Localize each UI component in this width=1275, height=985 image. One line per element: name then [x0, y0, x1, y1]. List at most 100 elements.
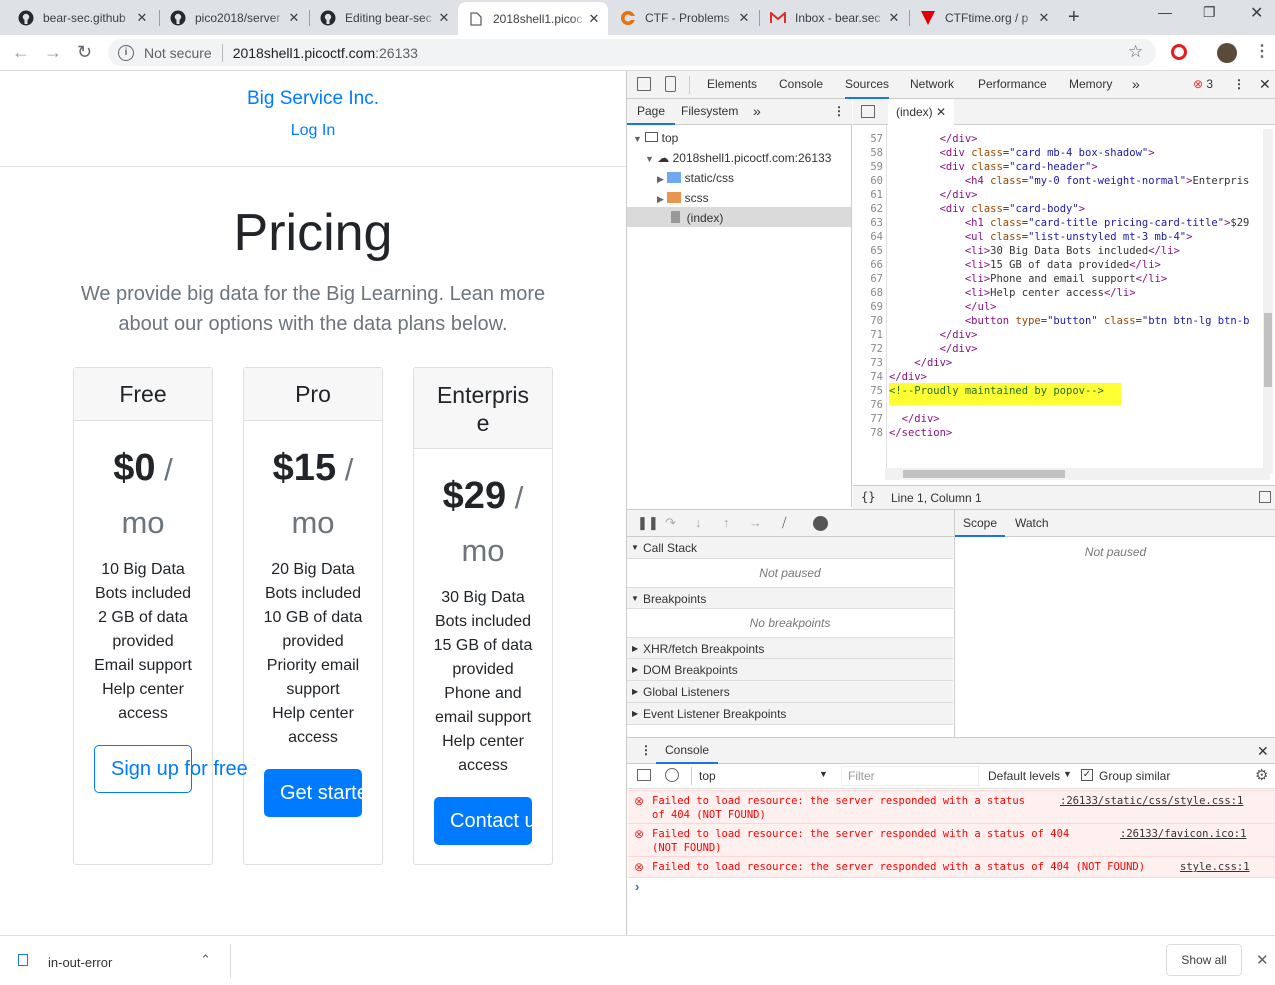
error-source-link[interactable]: style.css:1: [1180, 860, 1250, 874]
filter-input[interactable]: Filter: [841, 766, 979, 786]
step-over-icon[interactable]: ↷: [665, 515, 676, 531]
close-download-bar-icon[interactable]: ✕: [1256, 951, 1269, 969]
nav-tab-page[interactable]: Page: [627, 99, 676, 125]
nav-menu-icon[interactable]: ⋮: [833, 99, 845, 123]
toggle-drawer-icon[interactable]: [1259, 491, 1271, 503]
close-tab-icon[interactable]: ✕: [286, 10, 302, 26]
info-icon[interactable]: i: [118, 44, 134, 61]
step-into-icon[interactable]: ↓: [695, 515, 702, 530]
devtools-tab-performance[interactable]: Performance: [978, 71, 1047, 98]
minimize-button[interactable]: —: [1158, 4, 1172, 20]
drawer-tab-console[interactable]: Console: [656, 738, 719, 764]
inspect-element-icon[interactable]: [637, 77, 651, 91]
code-editor[interactable]: 57 58 59 60 61 62 63 64 65 66 67 68 69 7…: [853, 125, 1275, 480]
browser-tab[interactable]: Editing bear-sec ✕: [310, 3, 458, 32]
event-listener-breakpoints-header[interactable]: ▶ Event Listener Breakpoints: [627, 703, 953, 725]
forward-button[interactable]: →: [44, 42, 62, 63]
deactivate-breakpoints-icon[interactable]: ⧸: [782, 515, 786, 531]
pause-icon[interactable]: ❚❚: [637, 515, 659, 531]
close-tab-icon[interactable]: ✕: [134, 10, 150, 26]
drawer-menu-icon[interactable]: ⋮: [640, 743, 652, 757]
download-bar: in-out-error ⌃ Show all ✕: [0, 935, 1275, 985]
back-button[interactable]: ←: [12, 42, 30, 63]
xhr-breakpoints-header[interactable]: ▶ XHR/fetch Breakpoints: [627, 637, 953, 659]
devtools-tab-elements[interactable]: Elements: [707, 71, 757, 98]
browser-tab[interactable]: CTFtime.org / p ✕: [910, 3, 1058, 32]
opera-extension-icon[interactable]: [1171, 44, 1187, 60]
breakpoints-header[interactable]: ▼ Breakpoints: [627, 587, 953, 609]
tree-item-folder[interactable]: ▶ static/css: [657, 170, 734, 187]
close-window-button[interactable]: ✕: [1250, 3, 1263, 23]
show-sidebar-icon[interactable]: [637, 769, 651, 781]
browser-tab[interactable]: Inbox - bear.sec ✕: [760, 3, 908, 32]
restore-button[interactable]: ❐: [1203, 4, 1216, 21]
devtools-tab-memory[interactable]: Memory: [1069, 71, 1112, 98]
log-levels-select[interactable]: Default levels: [988, 769, 1060, 783]
call-stack-header[interactable]: ▼ Call Stack: [627, 537, 953, 559]
new-tab-button[interactable]: +: [1068, 6, 1080, 29]
horizontal-scrollbar[interactable]: [885, 468, 1270, 480]
clear-console-icon[interactable]: [665, 768, 679, 782]
error-counter[interactable]: ⊗ 3: [1193, 71, 1213, 98]
chrome-menu-icon[interactable]: ⋮: [1254, 41, 1270, 61]
contact-us-button[interactable]: Contact us: [434, 797, 532, 845]
console-prompt[interactable]: ›: [635, 879, 639, 894]
show-all-button[interactable]: Show all: [1166, 944, 1242, 976]
devtools-tab-console[interactable]: Console: [779, 71, 823, 98]
more-tabs-icon[interactable]: »: [1132, 71, 1140, 98]
close-tab-icon[interactable]: ✕: [886, 10, 902, 26]
close-tab-icon[interactable]: ✕: [736, 10, 752, 26]
tree-item-index[interactable]: (index): [671, 210, 723, 226]
nav-tab-filesystem[interactable]: Filesystem: [681, 99, 738, 125]
devtools-tab-network[interactable]: Network: [910, 71, 954, 98]
vertical-scrollbar[interactable]: [1263, 129, 1273, 474]
error-source-link[interactable]: :26133/static/css/style.css:1: [1060, 794, 1243, 808]
signup-free-button[interactable]: Sign up for free: [94, 745, 248, 793]
group-similar-checkbox[interactable]: ✓: [1081, 769, 1093, 781]
editor-tab-index[interactable]: (index) ✕: [888, 99, 955, 125]
tab-scope[interactable]: Scope: [955, 511, 1006, 537]
step-out-icon[interactable]: ↑: [723, 515, 730, 530]
dom-breakpoints-header[interactable]: ▶ DOM Breakpoints: [627, 659, 953, 681]
devtools-tab-sources[interactable]: Sources: [845, 71, 890, 99]
security-label: Not secure: [144, 44, 212, 61]
more-nav-icon[interactable]: »: [753, 99, 761, 123]
error-icon: ⊗: [634, 794, 645, 808]
global-listeners-header[interactable]: ▶ Global Listeners: [627, 681, 953, 703]
step-icon[interactable]: →: [749, 515, 762, 530]
browser-tab[interactable]: pico2018/server ✕: [160, 3, 308, 32]
get-started-button[interactable]: Get started: [264, 769, 362, 817]
address-bar[interactable]: i Not secure 2018shell1.picoctf.com:2613…: [108, 39, 1156, 66]
chevron-up-icon[interactable]: ⌃: [200, 952, 211, 968]
close-devtools-icon[interactable]: ✕: [1259, 71, 1271, 98]
devtools-menu-icon[interactable]: ⋮: [1233, 71, 1245, 98]
pause-on-exceptions-icon[interactable]: [813, 516, 828, 531]
close-tab-icon[interactable]: ✕: [1036, 10, 1052, 26]
error-source-link[interactable]: :26133/favicon.ico:1: [1120, 827, 1246, 841]
tree-item-top[interactable]: ▼ top: [633, 130, 678, 147]
reload-button[interactable]: ↻: [77, 42, 92, 63]
tree-item-host[interactable]: ▼ ☁ 2018shell1.picoctf.com:26133: [645, 150, 831, 167]
context-select[interactable]: top: [699, 769, 716, 783]
browser-tab[interactable]: CTF - Problems ✕: [610, 3, 758, 32]
browser-tab[interactable]: bear-sec.github ✕: [8, 3, 156, 32]
browser-tab-active[interactable]: 2018shell1.picoc ✕: [458, 2, 608, 35]
avatar[interactable]: [1217, 43, 1237, 63]
navigator-tabbar: Page Filesystem » ⋮: [627, 99, 852, 125]
tree-item-folder[interactable]: ▶ scss: [657, 190, 709, 207]
tree-item-selected[interactable]: [627, 207, 851, 227]
bookmark-star-icon[interactable]: ☆: [1128, 42, 1143, 62]
drawer-tabbar: ⋮ Console ✕: [627, 737, 1275, 764]
close-tab-icon[interactable]: ✕: [586, 11, 602, 27]
login-link[interactable]: Log In: [0, 122, 626, 140]
file-icon: [671, 211, 680, 223]
brand-link[interactable]: Big Service Inc.: [0, 88, 626, 110]
pretty-print-icon[interactable]: {}: [861, 490, 875, 504]
console-settings-gear-icon[interactable]: ⚙: [1255, 766, 1268, 784]
download-filename[interactable]: in-out-error: [48, 955, 112, 970]
close-drawer-icon[interactable]: ✕: [1257, 743, 1269, 760]
tab-watch[interactable]: Watch: [1015, 511, 1049, 537]
device-toolbar-icon[interactable]: [665, 76, 676, 92]
toggle-navigator-icon[interactable]: [861, 105, 875, 118]
close-tab-icon[interactable]: ✕: [436, 10, 452, 26]
